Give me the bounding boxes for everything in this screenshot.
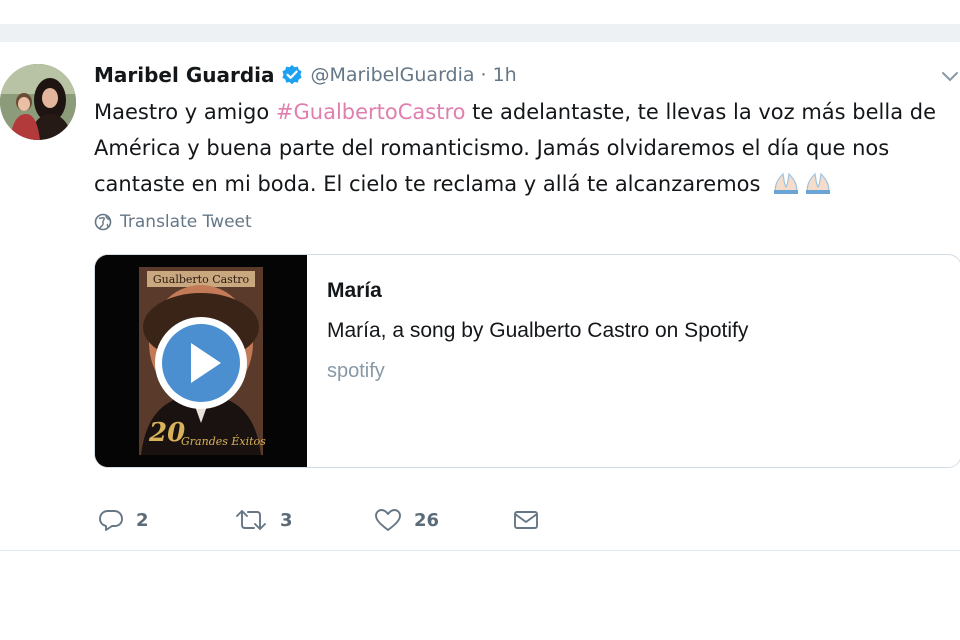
album-artist-text: Gualberto Castro <box>153 273 250 286</box>
card-description: María, a song by Gualberto Castro on Spo… <box>327 319 749 342</box>
play-icon[interactable] <box>155 317 247 409</box>
reply-button[interactable]: 2 <box>98 504 234 536</box>
translate-label: Translate Tweet <box>120 212 252 232</box>
hashtag-link[interactable]: #GualbertoCastro <box>276 100 466 124</box>
card-title: María <box>327 279 382 302</box>
tweet[interactable]: Maribel Guardia @MaribelGuardia · 1h Mae… <box>0 42 960 551</box>
timeline-gap <box>0 24 960 42</box>
tweet-header: Maribel Guardia @MaribelGuardia · 1h <box>94 62 517 88</box>
timeline-below <box>0 551 960 640</box>
author-name[interactable]: Maribel Guardia <box>94 63 275 87</box>
avatar-photo <box>0 64 76 140</box>
tweet-actions: 2 3 26 <box>98 504 540 536</box>
envelope-icon <box>514 511 538 529</box>
author-handle[interactable]: @MaribelGuardia <box>311 64 475 86</box>
album-subtitle: Grandes Éxitos <box>181 434 266 448</box>
tweet-text-start: Maestro y amigo <box>94 100 276 124</box>
retweet-icon <box>236 510 266 530</box>
folded-hands-icon <box>770 169 834 205</box>
direct-message-button[interactable] <box>512 504 540 536</box>
album-cover[interactable]: Gualberto Castro 20 Grandes Éxitos <box>95 255 307 467</box>
tweet-text: Maestro y amigo #GualbertoCastro te adel… <box>94 94 944 205</box>
reply-count: 2 <box>136 509 149 531</box>
retweet-button[interactable]: 3 <box>234 504 374 536</box>
like-count: 26 <box>414 509 440 531</box>
top-bar <box>0 0 960 24</box>
reply-icon <box>99 510 123 531</box>
retweet-count: 3 <box>280 509 293 531</box>
card-body: María María, a song by Gualberto Castro … <box>327 275 927 391</box>
card-domain: spotify <box>327 360 385 382</box>
chevron-down-icon[interactable] <box>940 68 960 86</box>
verified-badge-icon <box>281 64 303 86</box>
album-art: Gualberto Castro 20 Grandes Éxitos <box>95 255 307 467</box>
translate-tweet[interactable]: Translate Tweet <box>94 210 252 234</box>
heart-icon <box>375 509 401 531</box>
like-button[interactable]: 26 <box>374 504 512 536</box>
avatar[interactable] <box>0 64 76 140</box>
tweet-timestamp[interactable]: 1h <box>493 64 517 86</box>
album-number: 20 <box>148 418 185 448</box>
globe-icon <box>94 213 112 231</box>
link-card[interactable]: Gualberto Castro 20 Grandes Éxitos María… <box>94 254 960 468</box>
separator-dot: · <box>480 64 487 86</box>
